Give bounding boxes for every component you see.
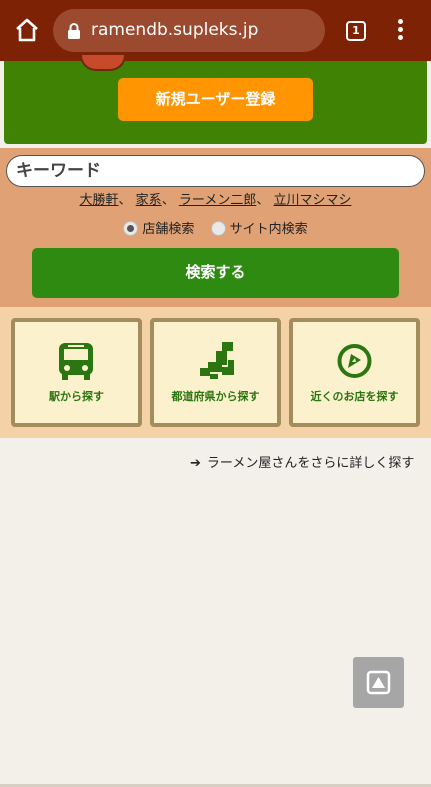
card-label: 都道府県から探す — [171, 390, 260, 403]
category-section: 駅から探す 都道府県から探す 近くのお店を探す — [0, 307, 431, 438]
card-prefecture[interactable]: 都道府県から探す — [150, 318, 281, 427]
card-station[interactable]: 駅から探す — [11, 318, 142, 427]
lock-icon — [68, 23, 80, 39]
separator: 、 — [161, 193, 175, 208]
browser-toolbar: ramendb.supleks.jp 1 — [0, 0, 431, 61]
suggestion-link[interactable]: 大勝軒 — [80, 193, 119, 208]
address-bar[interactable]: ramendb.supleks.jp — [53, 9, 325, 52]
ramen-bowl-icon — [80, 55, 126, 71]
location-icon — [337, 344, 372, 378]
card-label: 近くのお店を探す — [310, 390, 399, 403]
advanced-search-link[interactable]: ➔ ラーメン屋さんをさらに詳しく探す — [190, 452, 414, 471]
search-mode-shop[interactable]: 店舗検索 — [123, 218, 194, 237]
more-vert-icon[interactable] — [390, 18, 410, 42]
search-mode-site[interactable]: サイト内検索 — [210, 218, 308, 237]
card-label: 駅から探す — [49, 390, 104, 403]
home-icon[interactable] — [14, 17, 40, 43]
japan-map-icon — [200, 342, 234, 379]
suggestion-link[interactable]: 立川マシマシ — [273, 193, 351, 208]
search-section: 大勝軒、 家系、 ラーメン二郎、 立川マシマシ 店舗検索 サイト内検索 検索する — [0, 148, 431, 307]
url-text: ramendb.supleks.jp — [91, 20, 259, 40]
radio-selected-icon[interactable] — [123, 221, 139, 236]
register-button[interactable]: 新規ユーザー登録 — [118, 78, 313, 121]
separator: 、 — [118, 193, 132, 208]
advanced-search-label: ラーメン屋さんをさらに詳しく探す — [206, 456, 415, 471]
search-mode-label: サイト内検索 — [229, 222, 308, 237]
suggestion-link[interactable]: ラーメン二郎 — [179, 193, 256, 208]
keyword-input[interactable] — [6, 155, 425, 187]
suggestion-link[interactable]: 家系 — [136, 193, 162, 208]
tab-switcher-button[interactable]: 1 — [346, 21, 366, 41]
radio-unselected-icon[interactable] — [210, 221, 226, 236]
search-mode-group: 店舗検索 サイト内検索 — [0, 218, 431, 237]
keyword-suggestions: 大勝軒、 家系、 ラーメン二郎、 立川マシマシ — [0, 189, 431, 208]
bus-icon — [59, 343, 93, 380]
arrow-up-icon — [366, 670, 391, 695]
arrow-right-icon: ➔ — [190, 456, 201, 471]
register-banner: 新規ユーザー登録 — [4, 55, 427, 144]
search-button[interactable]: 検索する — [32, 248, 399, 298]
card-nearby[interactable]: 近くのお店を探す — [289, 318, 420, 427]
search-mode-label: 店舗検索 — [142, 222, 195, 237]
back-to-top-button[interactable] — [353, 657, 404, 708]
separator: 、 — [256, 193, 270, 208]
